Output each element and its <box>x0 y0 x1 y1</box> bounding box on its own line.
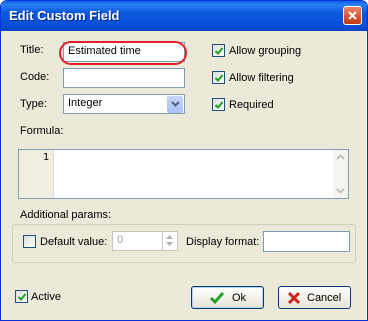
window-title: Edit Custom Field <box>9 8 120 23</box>
code-input[interactable] <box>63 68 185 88</box>
formula-scrollbar[interactable] <box>333 150 348 198</box>
cancel-button[interactable]: Cancel <box>278 286 351 309</box>
default-value-checkbox[interactable] <box>23 235 36 248</box>
display-format-label: Display format: <box>186 236 260 248</box>
allow-filtering-checkbox[interactable] <box>212 71 225 84</box>
scroll-up-icon <box>336 154 345 160</box>
close-button[interactable] <box>343 6 362 25</box>
scroll-down-button[interactable] <box>333 183 348 198</box>
type-select[interactable]: Integer <box>63 94 185 114</box>
spinner-buttons[interactable] <box>162 232 177 250</box>
line-number-gutter: 1 <box>19 150 54 198</box>
required-checkbox[interactable] <box>212 98 225 111</box>
title-label: Title: <box>20 44 44 56</box>
checkmark-icon <box>214 101 224 109</box>
spin-up-icon <box>166 235 173 239</box>
ok-label: Ok <box>232 292 247 304</box>
chevron-down-icon <box>171 101 180 107</box>
checkmark-icon <box>17 293 27 301</box>
default-value-spinner[interactable]: 0 <box>112 231 178 251</box>
active-label: Active <box>31 291 61 303</box>
checkmark-icon <box>209 292 225 305</box>
cancel-x-icon <box>287 291 301 305</box>
additional-params-heading: Additional params: <box>20 209 112 221</box>
spin-down-icon <box>166 242 173 246</box>
cancel-label: Cancel <box>307 292 342 304</box>
ok-button[interactable]: Ok <box>191 286 264 309</box>
allow-grouping-checkbox[interactable] <box>212 44 225 57</box>
default-value-label: Default value: <box>40 236 108 248</box>
scroll-down-icon <box>336 188 345 194</box>
checkmark-icon <box>214 47 224 55</box>
type-select-value: Integer <box>68 97 103 109</box>
active-checkbox[interactable] <box>15 290 28 303</box>
required-label: Required <box>229 99 274 111</box>
formula-editor[interactable]: 1 <box>18 149 349 199</box>
line-number: 1 <box>42 152 49 163</box>
scroll-up-button[interactable] <box>333 150 348 165</box>
default-value-field: 0 <box>117 234 124 246</box>
type-dropdown-button[interactable] <box>167 96 183 113</box>
checkmark-icon <box>214 74 224 82</box>
close-icon <box>348 11 357 20</box>
type-label: Type: <box>20 98 47 110</box>
title-highlight-annotation <box>59 41 187 65</box>
allow-grouping-label: Allow grouping <box>229 45 302 57</box>
display-format-input[interactable] <box>263 231 350 252</box>
formula-label: Formula: <box>20 125 64 137</box>
title-bar[interactable]: Edit Custom Field <box>1 1 367 31</box>
code-label: Code: <box>20 71 50 83</box>
allow-filtering-label: Allow filtering <box>229 72 294 84</box>
edit-custom-field-dialog: Edit Custom Field Title: Estimated time … <box>0 0 368 321</box>
